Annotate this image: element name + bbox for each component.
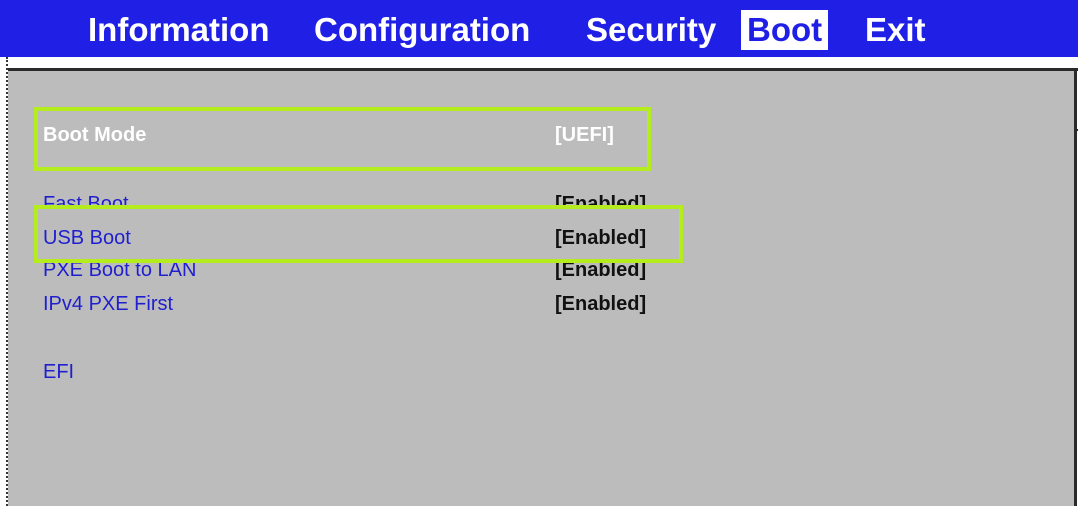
usb-boot-label: USB Boot [43, 227, 131, 249]
tab-security[interactable]: Security [580, 10, 722, 50]
pxe-boot-value[interactable]: [Enabled] [555, 263, 646, 283]
efi-section-row[interactable]: EFI [0, 359, 1078, 385]
usb-boot-row[interactable]: USB Boot [Enabled] [0, 225, 1078, 251]
ipv4-pxe-first-value[interactable]: [Enabled] [555, 291, 646, 317]
ipv4-pxe-first-row[interactable]: IPv4 PXE First [Enabled] [0, 291, 1078, 317]
boot-mode-value[interactable]: [UEFI] [555, 122, 614, 148]
fast-boot-label: Fast Boot [43, 193, 129, 205]
boot-mode-label: Boot Mode [43, 124, 147, 146]
tab-configuration[interactable]: Configuration [308, 10, 536, 50]
ipv4-pxe-first-label: IPv4 PXE First [43, 293, 174, 315]
pxe-boot-label: PXE Boot to LAN [43, 263, 197, 281]
fast-boot-row[interactable]: Fast Boot [Enabled] [0, 191, 1078, 205]
fast-boot-value[interactable]: [Enabled] [555, 191, 646, 205]
menu-bar: Information Configuration Security Boot … [0, 0, 1078, 57]
efi-section-label: EFI [43, 361, 75, 383]
boot-mode-row[interactable]: Boot Mode [UEFI] [0, 122, 1078, 148]
usb-boot-value[interactable]: [Enabled] [555, 225, 646, 251]
tab-information[interactable]: Information [82, 10, 275, 50]
tab-exit[interactable]: Exit [859, 10, 932, 50]
tab-boot[interactable]: Boot [741, 10, 829, 50]
pxe-boot-row[interactable]: PXE Boot to LAN [Enabled] [0, 263, 1078, 283]
